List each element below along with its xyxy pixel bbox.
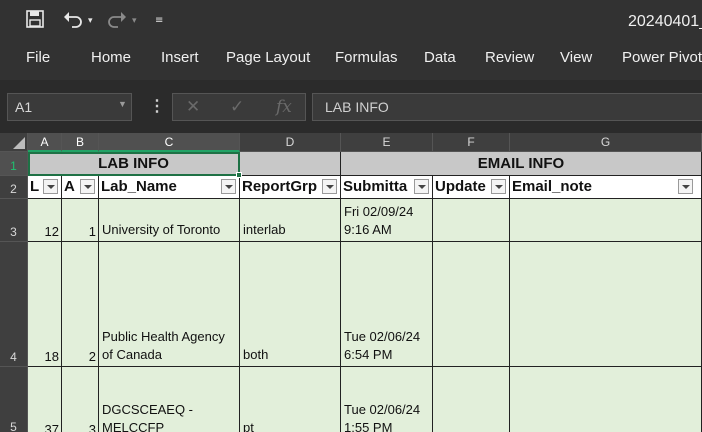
table-cell[interactable]: both (240, 242, 341, 367)
filter-dropdown-icon[interactable] (414, 179, 429, 194)
filter-dropdown-icon[interactable] (322, 179, 337, 194)
column-header-d[interactable]: D (240, 133, 341, 152)
undo-dropdown-icon[interactable]: ▾ (88, 16, 93, 26)
enter-icon[interactable]: ✓ (230, 97, 244, 117)
header-label: Email_note (512, 178, 593, 195)
window-title: 20240401_ (628, 13, 702, 30)
tab-insert[interactable]: Insert (161, 49, 199, 66)
save-icon[interactable] (26, 10, 44, 33)
name-box-dropdown-icon[interactable]: ▼ (118, 99, 127, 109)
redo-dropdown-icon[interactable]: ▾ (132, 16, 137, 26)
header-label: Update (435, 178, 486, 195)
header-cell-email-note[interactable]: Email_note (510, 176, 702, 199)
header-label: Lab_Name (101, 178, 177, 195)
redo-icon[interactable] (107, 10, 127, 33)
column-header-e[interactable]: E (341, 133, 433, 152)
more-options-icon[interactable]: ⋮ (149, 96, 165, 116)
table-cell[interactable]: Tue 02/06/24 1:55 PM (341, 367, 433, 432)
tab-power-pivot[interactable]: Power Pivot (622, 49, 702, 66)
header-cell-reportgrp[interactable]: ReportGrp (240, 176, 341, 199)
tab-view[interactable]: View (560, 49, 592, 66)
tab-home[interactable]: Home (91, 49, 131, 66)
table-cell[interactable] (510, 199, 702, 242)
tab-file[interactable]: File (26, 49, 50, 66)
filter-dropdown-icon[interactable] (43, 179, 58, 194)
filter-dropdown-icon[interactable] (221, 179, 236, 194)
spreadsheet-grid: A B C D E F G 1 2 3 4 5 LAB INFO EMAIL I… (0, 133, 702, 432)
table-cell[interactable]: 12 (28, 199, 62, 242)
customize-qat-icon[interactable]: ≡ (155, 15, 163, 26)
name-box[interactable]: A1 ▼ (7, 93, 132, 121)
tab-formulas[interactable]: Formulas (335, 49, 398, 66)
quick-access-toolbar: ▾ ▾ ≡ 20240401_ (0, 0, 702, 42)
header-cell-update[interactable]: Update (433, 176, 510, 199)
column-header-g[interactable]: G (510, 133, 702, 152)
formula-input[interactable]: LAB INFO (312, 93, 702, 121)
header-label: A (64, 178, 75, 195)
table-cell[interactable]: 37 (28, 367, 62, 432)
table-cell[interactable] (433, 367, 510, 432)
table-cell[interactable]: University of Toronto (99, 199, 240, 242)
row-header-3[interactable]: 3 (0, 199, 28, 242)
group-header-lab-info[interactable]: LAB INFO (28, 152, 240, 176)
formula-buttons: ✕ ✓ fx (172, 93, 306, 121)
table-cell[interactable] (510, 242, 702, 367)
group-header-email-info[interactable]: EMAIL INFO (341, 152, 702, 176)
header-label: Submitta (343, 178, 408, 195)
name-box-value: A1 (15, 99, 33, 115)
header-cell-a[interactable]: L (28, 176, 62, 199)
header-cell-lab-name[interactable]: Lab_Name (99, 176, 240, 199)
table-cell[interactable]: Fri 02/09/24 9:16 AM (341, 199, 433, 242)
group-header-blank[interactable] (240, 152, 341, 176)
table-cell[interactable]: 18 (28, 242, 62, 367)
tab-review[interactable]: Review (485, 49, 534, 66)
table-cell[interactable]: 1 (62, 199, 99, 242)
table-cell[interactable]: interlab (240, 199, 341, 242)
select-all-corner[interactable] (0, 133, 28, 152)
undo-icon[interactable] (63, 10, 83, 33)
table-cell[interactable]: 3 (62, 367, 99, 432)
column-header-f[interactable]: F (433, 133, 510, 152)
column-header-c[interactable]: C (99, 133, 240, 152)
table-cell[interactable]: pt (240, 367, 341, 432)
column-header-b[interactable]: B (62, 133, 99, 152)
header-label: ReportGrp (242, 178, 317, 195)
table-cell[interactable] (510, 367, 702, 432)
table-cell[interactable] (433, 242, 510, 367)
formula-content: LAB INFO (325, 99, 389, 115)
row-header-5[interactable]: 5 (0, 367, 28, 432)
filter-dropdown-icon[interactable] (491, 179, 506, 194)
header-label: L (30, 178, 40, 195)
row-header-1[interactable]: 1 (0, 152, 28, 176)
header-cell-submitted[interactable]: Submitta (341, 176, 433, 199)
row-header-2[interactable]: 2 (0, 176, 28, 199)
table-cell[interactable]: Tue 02/06/24 6:54 PM (341, 242, 433, 367)
cancel-icon[interactable]: ✕ (186, 97, 200, 117)
table-cell[interactable]: Public Health Agency of Canada (99, 242, 240, 367)
insert-function-icon[interactable]: fx (276, 97, 292, 117)
ribbon-tabs: File Home Insert Page Layout Formulas Da… (0, 42, 702, 80)
row-header-4[interactable]: 4 (0, 242, 28, 367)
table-cell[interactable] (433, 199, 510, 242)
column-header-a[interactable]: A (28, 133, 62, 152)
filter-sorted-icon[interactable] (80, 179, 95, 194)
tab-data[interactable]: Data (424, 49, 456, 66)
table-cell[interactable]: DGCSCEAEQ - MELCCFP (99, 367, 240, 432)
header-cell-b[interactable]: A (62, 176, 99, 199)
tab-page-layout[interactable]: Page Layout (226, 49, 310, 66)
table-cell[interactable]: 2 (62, 242, 99, 367)
formula-bar: A1 ▼ ⋮ ✕ ✓ fx LAB INFO (0, 80, 702, 133)
fill-handle[interactable] (236, 172, 242, 178)
filter-dropdown-icon[interactable] (678, 179, 693, 194)
